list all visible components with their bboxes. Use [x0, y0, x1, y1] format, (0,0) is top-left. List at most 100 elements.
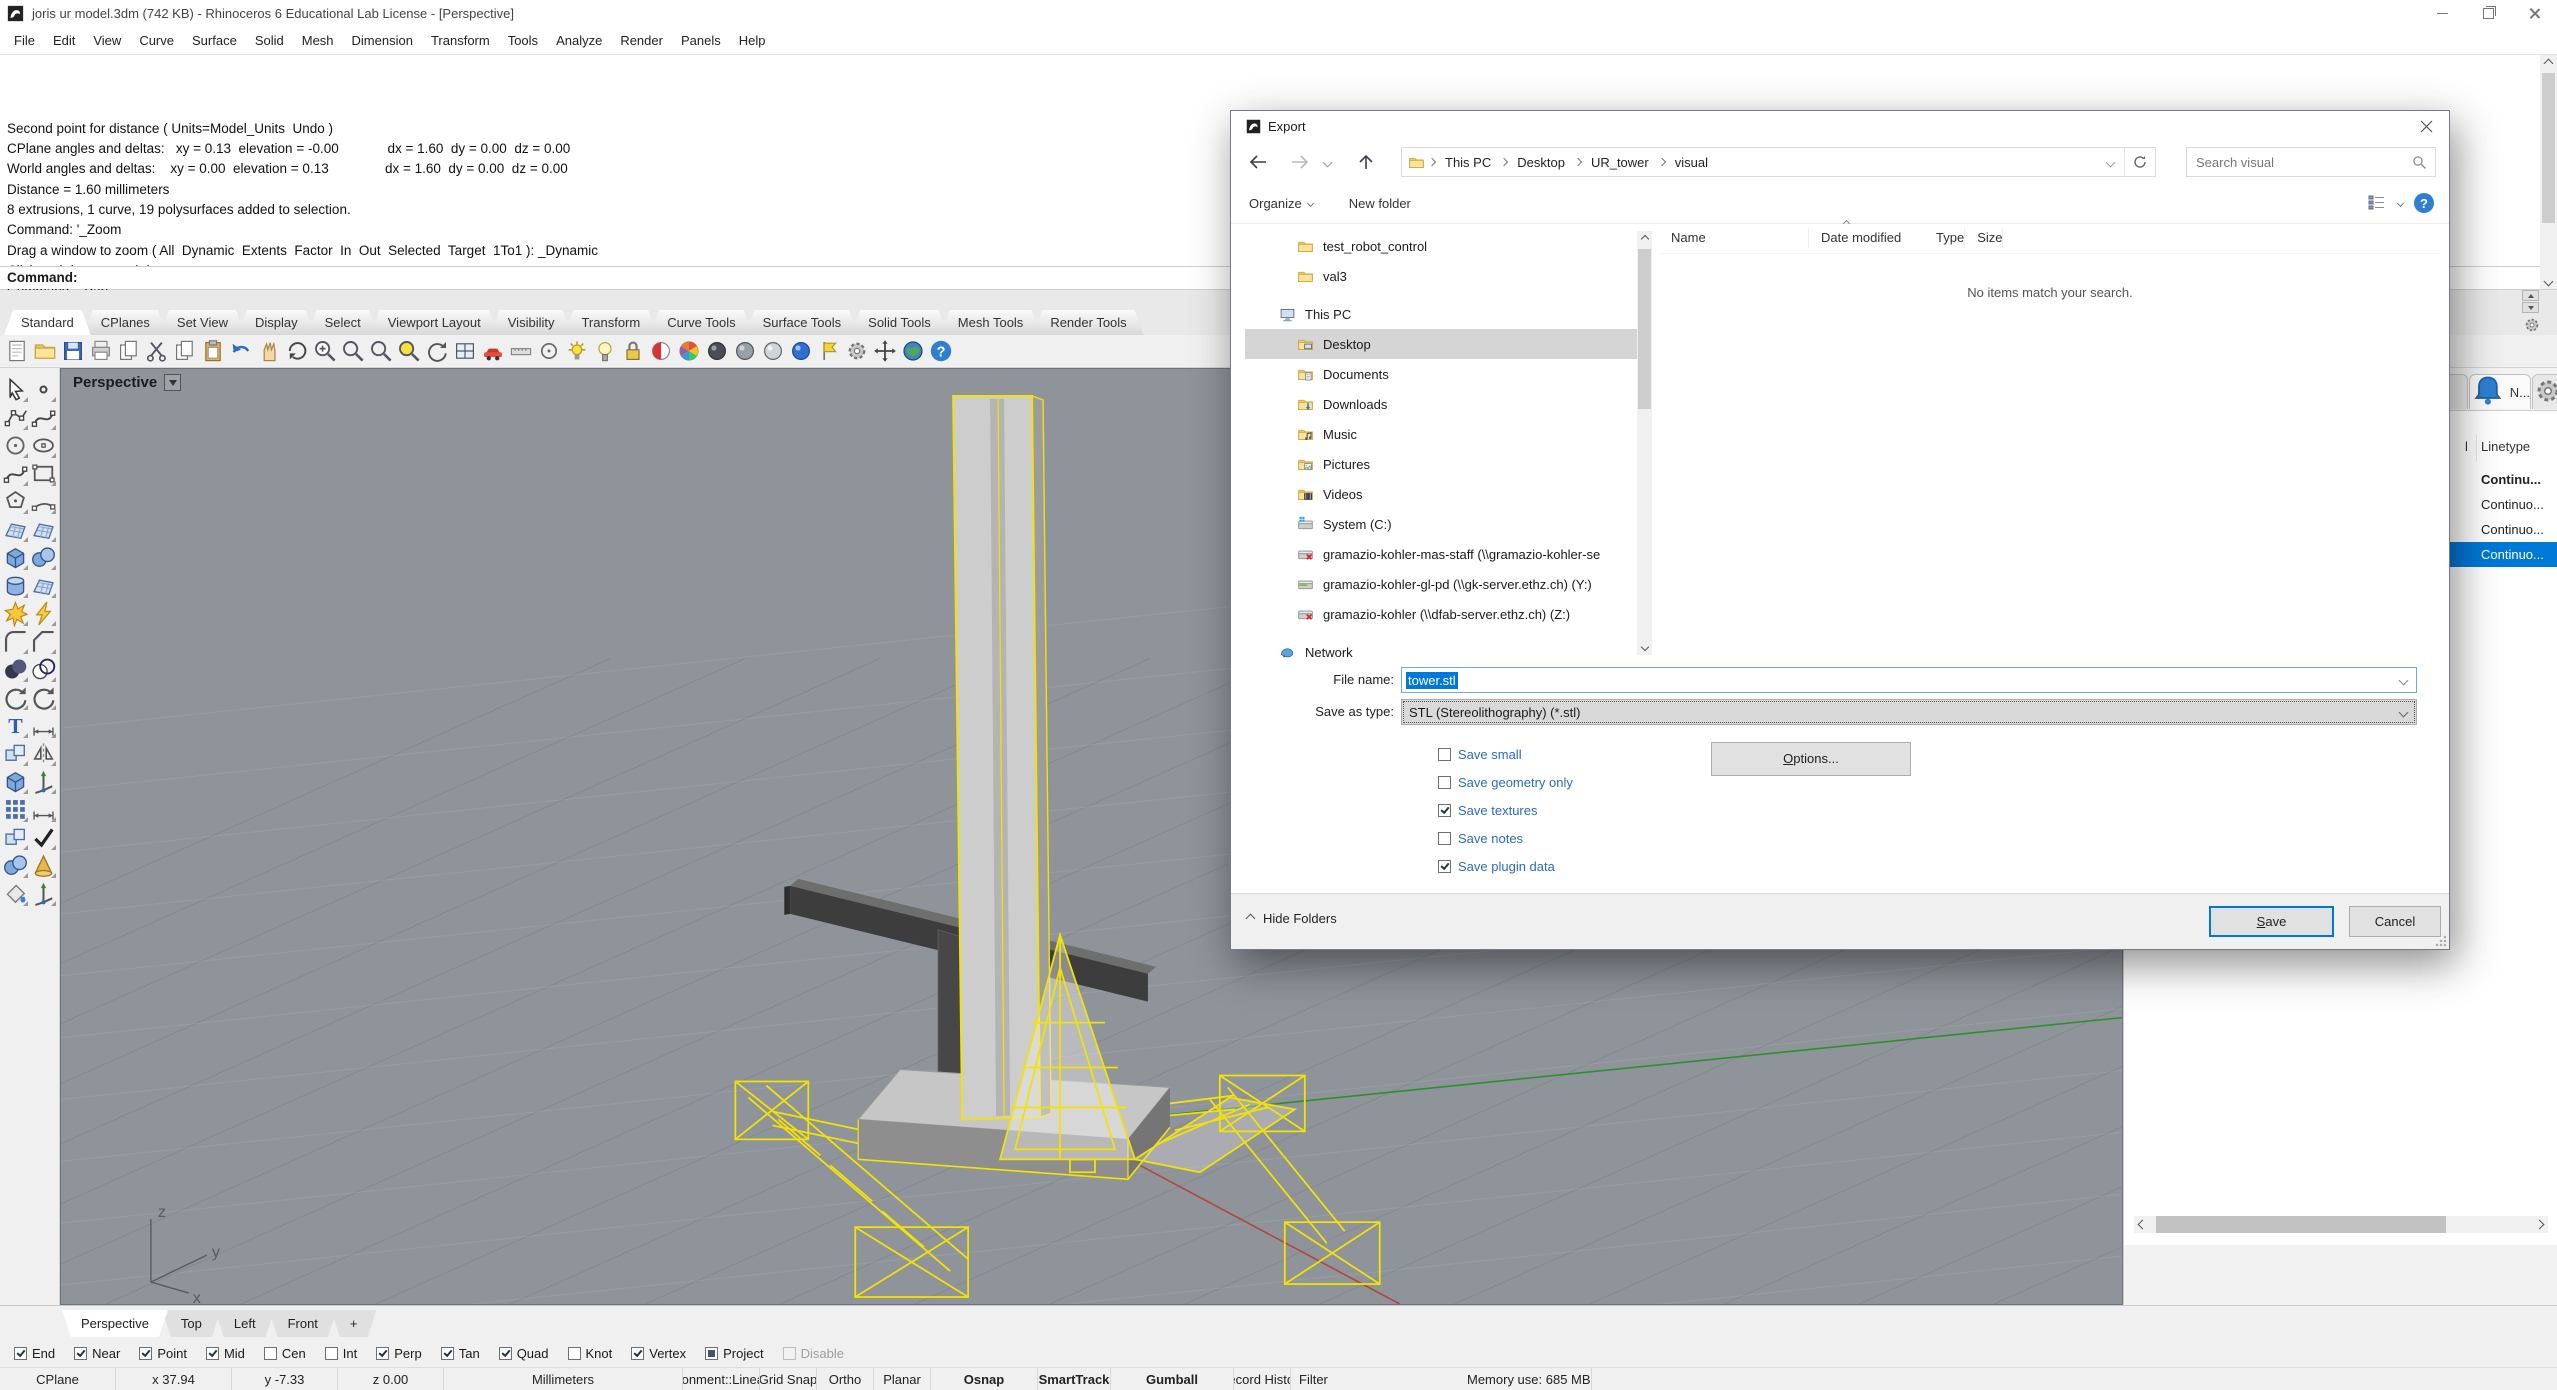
- zoom-extents-icon[interactable]: [425, 339, 449, 363]
- zoom-dynamic-icon[interactable]: [341, 339, 365, 363]
- array-tool-icon[interactable]: [2, 796, 29, 823]
- dialog-close-button[interactable]: [2404, 111, 2449, 141]
- menu-item[interactable]: Transform: [422, 33, 499, 48]
- search-input[interactable]: Search visual: [2186, 147, 2436, 177]
- color-wheel-icon[interactable]: [677, 339, 701, 363]
- save-type-combo[interactable]: STL (Stereolithography) (*.stl): [1401, 699, 2417, 725]
- print-icon[interactable]: [89, 339, 113, 363]
- export-file-icon[interactable]: [117, 339, 141, 363]
- add-viewport-tab[interactable]: +: [331, 1310, 377, 1337]
- status-segment[interactable]: Grid Snap: [760, 1368, 817, 1390]
- view-options-dropdown-icon[interactable]: [2397, 199, 2404, 206]
- point-tool-icon[interactable]: [30, 376, 57, 403]
- toolbar-tab[interactable]: Render Tools: [1033, 310, 1143, 335]
- status-segment[interactable]: Millimeters: [444, 1368, 683, 1390]
- cone-tool-icon[interactable]: [30, 852, 57, 879]
- up-button[interactable]: [1353, 150, 1379, 174]
- polyline-tool-icon[interactable]: [2, 404, 29, 431]
- tree-item-val3[interactable]: val3: [1245, 261, 1637, 291]
- menu-item[interactable]: Mesh: [293, 33, 343, 48]
- save-button[interactable]: Save: [2209, 906, 2334, 937]
- menu-item[interactable]: Help: [730, 33, 775, 48]
- explode-tool-icon[interactable]: [2, 600, 29, 627]
- shaded-viewport-icon[interactable]: [649, 339, 673, 363]
- menu-item[interactable]: View: [84, 33, 130, 48]
- viewport-tab-front[interactable]: Front: [269, 1310, 337, 1337]
- toolbar-tab[interactable]: Set View: [160, 310, 245, 335]
- circle-tool-icon[interactable]: [2, 432, 29, 459]
- sphere-tool-icon[interactable]: [30, 544, 57, 571]
- rotate-view-icon[interactable]: [285, 339, 309, 363]
- tree-item-network[interactable]: Network: [1245, 637, 1637, 659]
- sphere-dark-icon[interactable]: [705, 339, 729, 363]
- toolbar-tab[interactable]: Standard: [4, 310, 91, 335]
- tree-item-downloads[interactable]: Downloads: [1245, 389, 1637, 419]
- scrollbar-thumb[interactable]: [1638, 249, 1651, 409]
- status-segment[interactable]: Memory use: 685 MB: [1467, 1368, 1592, 1390]
- named-views-icon[interactable]: [481, 339, 505, 363]
- undo-icon[interactable]: [229, 339, 253, 363]
- menu-item[interactable]: Render: [611, 33, 672, 48]
- save-file-icon[interactable]: [61, 339, 85, 363]
- column-header[interactable]: Date modified: [1809, 228, 1924, 248]
- move-widget-icon[interactable]: [873, 339, 897, 363]
- sphere-gray-icon[interactable]: [733, 339, 757, 363]
- flag-icon[interactable]: [817, 339, 841, 363]
- lamp-icon[interactable]: [565, 339, 589, 363]
- arc-tool-icon[interactable]: [30, 488, 57, 515]
- breadcrumb-segment[interactable]: This PC: [1429, 155, 1491, 170]
- tree-scrollbar[interactable]: [1637, 231, 1652, 655]
- light-bulb-icon[interactable]: [593, 339, 617, 363]
- scroll-right-icon[interactable]: [2531, 1216, 2548, 1233]
- select-tool-icon[interactable]: [2, 376, 29, 403]
- status-segment[interactable]: z 0.00: [338, 1368, 444, 1390]
- status-segment[interactable]: Planar: [874, 1368, 931, 1390]
- toolbar-tab[interactable]: Visibility: [491, 310, 572, 335]
- menu-item[interactable]: Edit: [44, 33, 84, 48]
- help-icon[interactable]: ?: [2413, 192, 2435, 214]
- refresh-button[interactable]: [2124, 148, 2155, 176]
- sphere-light-icon[interactable]: [761, 339, 785, 363]
- panel-settings-tab[interactable]: [2532, 374, 2557, 409]
- text-tool-icon[interactable]: T: [2, 712, 29, 739]
- tree-item-test-robot-control[interactable]: test_robot_control: [1245, 231, 1637, 261]
- osnap-toggle[interactable]: Point: [139, 1346, 187, 1361]
- check-tool-icon[interactable]: [30, 824, 57, 851]
- column-header[interactable]: Type: [1924, 228, 1965, 248]
- save-option-checkbox[interactable]: Save textures: [1438, 796, 1573, 824]
- tree-item-drive-mas-staff[interactable]: gramazio-kohler-mas-staff (\\gramazio-ko…: [1245, 539, 1637, 569]
- tab-scroll-down-button[interactable]: [2522, 302, 2539, 313]
- gumball-tool-icon[interactable]: [30, 880, 57, 907]
- solid-box-tool-icon[interactable]: [2, 768, 29, 795]
- tree-item-documents[interactable]: Documents: [1245, 359, 1637, 389]
- tree-item-desktop[interactable]: Desktop: [1245, 329, 1637, 359]
- breadcrumb[interactable]: This PCDesktopUR_towervisual: [1401, 147, 2156, 177]
- extrude-tool-icon[interactable]: [30, 768, 57, 795]
- paint-tool-icon[interactable]: [2, 880, 29, 907]
- status-segment[interactable]: Environment::Linear axis: [683, 1368, 760, 1390]
- save-option-checkbox[interactable]: Save geometry only: [1438, 768, 1573, 796]
- scrollbar-thumb[interactable]: [2542, 73, 2555, 223]
- scrollbar-thumb[interactable]: [2156, 1216, 2446, 1233]
- toolbar-tab[interactable]: Viewport Layout: [371, 310, 498, 335]
- osnap-toggle[interactable]: Int: [325, 1346, 357, 1361]
- menu-item[interactable]: File: [5, 33, 44, 48]
- command-scrollbar[interactable]: [2540, 55, 2557, 289]
- osnap-toggle[interactable]: Tan: [441, 1346, 480, 1361]
- status-segment[interactable]: x 37.94: [116, 1368, 232, 1390]
- tab-scroll-up-button[interactable]: [2522, 290, 2539, 301]
- new-file-icon[interactable]: [5, 339, 29, 363]
- rectangle-tool-icon[interactable]: [30, 460, 57, 487]
- menu-item[interactable]: Solid: [246, 33, 293, 48]
- boolean-difference-tool-icon[interactable]: [30, 656, 57, 683]
- osnap-toggle[interactable]: Knot: [568, 1346, 613, 1361]
- restore-button[interactable]: [2465, 0, 2511, 26]
- tree-item-videos[interactable]: Videos: [1245, 479, 1637, 509]
- organize-button[interactable]: Organize: [1249, 196, 1313, 211]
- column-header[interactable]: Name: [1659, 228, 1809, 248]
- blend-curve-tool-icon[interactable]: [30, 684, 57, 711]
- earth-icon[interactable]: [901, 339, 925, 363]
- resize-grip[interactable]: [2435, 935, 2447, 947]
- viewport-tab-perspective[interactable]: Perspective: [62, 1310, 168, 1337]
- blob-tool-icon[interactable]: [2, 852, 29, 879]
